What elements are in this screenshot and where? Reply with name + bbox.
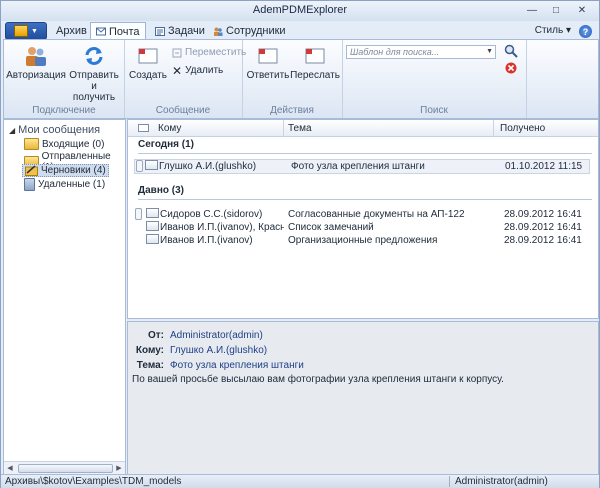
folder-icon [24, 138, 39, 150]
group-today[interactable]: Сегодня (1) [138, 139, 194, 150]
send-receive-button[interactable]: Отправить и получить [66, 45, 122, 103]
mail-icon [96, 27, 106, 36]
group-label: Поиск [420, 105, 448, 116]
title-bar: AdemPDMExplorer — □ ✕ [1, 1, 599, 21]
group-label: Действия [270, 105, 314, 116]
folder-inbox[interactable]: Входящие (0) [22, 138, 106, 150]
close-button[interactable]: ✕ [569, 3, 595, 18]
minimize-button[interactable]: — [521, 3, 543, 18]
from-value: Administrator(admin) [170, 330, 263, 341]
group-message: Создать Переместить ✕ Удалить Сообщение [124, 40, 246, 118]
flag-icon[interactable] [135, 208, 142, 220]
group-actions: Ответить Переслать Действия [242, 40, 343, 118]
tab-label: Почта [109, 25, 140, 38]
delete-icon: ✕ [172, 63, 183, 78]
scroll-left-icon[interactable]: ◀ [4, 462, 16, 474]
forward-icon [305, 48, 325, 64]
table-row[interactable]: Иванов И.П.(ivanov) Организационные пред… [134, 234, 588, 247]
style-menu[interactable]: Стиль ▾ [535, 25, 571, 36]
horizontal-scrollbar[interactable]: ◀ ▶ [4, 461, 125, 474]
help-icon[interactable]: ? [579, 25, 592, 38]
users-icon [214, 27, 223, 36]
forward-button[interactable]: Переслать [290, 45, 340, 81]
group-label: Сообщение [155, 105, 211, 116]
message-list: Кому Тема Получено Сегодня (1) Глушко А.… [127, 119, 599, 319]
collapse-icon[interactable]: ◢ [9, 126, 15, 135]
tab-label: Сотрудники [226, 25, 286, 37]
window-title: AdemPDMExplorer [252, 4, 348, 16]
message-preview: От: Administrator(admin) Кому: Глушко А.… [127, 321, 599, 475]
group-older[interactable]: Давно (3) [138, 185, 184, 196]
search-icon[interactable] [504, 44, 518, 58]
app-menu-button[interactable]: ▼ [5, 22, 47, 40]
message-body: По вашей просьбе высылаю вам фотографии … [132, 374, 504, 385]
tab-label: Задачи [168, 25, 205, 37]
flag-icon[interactable] [136, 160, 143, 172]
new-message-icon [138, 48, 158, 64]
from-label: От: [147, 330, 164, 341]
envelope-icon [138, 124, 149, 135]
drafts-folder-icon [25, 165, 38, 176]
maximize-button[interactable]: □ [545, 3, 567, 18]
authorize-button[interactable]: Авторизация [6, 45, 66, 81]
tab-archive[interactable]: Архив [51, 23, 92, 39]
group-search: Шаблон для поиска... ▼ Поиск [342, 40, 527, 118]
move-icon [172, 48, 182, 57]
window-controls: — □ ✕ [521, 3, 595, 18]
app-window: AdemPDMExplorer — □ ✕ ▼ Архив Почта Зада… [0, 0, 600, 488]
envelope-icon [146, 234, 159, 244]
scroll-thumb[interactable] [18, 464, 113, 473]
scroll-right-icon[interactable]: ▶ [113, 462, 125, 474]
tab-mail[interactable]: Почта [90, 22, 146, 40]
status-path: Архивы\$kotov\Examples\TDM_models [5, 476, 182, 487]
move-button[interactable]: Переместить [172, 47, 246, 58]
chevron-down-icon[interactable]: ▼ [486, 46, 493, 58]
column-to[interactable]: Кому [158, 123, 181, 134]
reply-button[interactable]: Ответить [247, 45, 289, 81]
envelope-icon [145, 160, 158, 170]
clear-search-icon[interactable] [505, 62, 517, 74]
users-icon [26, 47, 46, 66]
table-row[interactable]: Глушко А.И.(glushko) Фото узла крепления… [134, 159, 590, 174]
ribbon-tabs: ▼ Архив Почта Задачи Сотрудники Стиль ▾ … [1, 21, 599, 40]
trash-icon [24, 178, 35, 191]
tree-root[interactable]: ◢ Мои сообщения [9, 124, 100, 136]
envelope-icon [146, 208, 159, 218]
subject-value: Фото узла крепления штанги [170, 360, 304, 371]
column-subject[interactable]: Тема [288, 123, 312, 134]
to-value: Глушко А.И.(glushko) [170, 345, 268, 356]
group-label: Подключение [32, 105, 96, 116]
delete-button[interactable]: ✕ Удалить [172, 63, 223, 78]
status-bar: Архивы\$kotov\Examples\TDM_models Admini… [1, 474, 599, 488]
list-header: Кому Тема Получено [128, 120, 598, 137]
folder-tree: ◢ Мои сообщения Входящие (0) Отправленны… [3, 119, 126, 475]
table-row[interactable]: Иванов И.П.(ivanov), Красны... Список за… [134, 221, 588, 234]
status-user: Administrator(admin) [455, 476, 548, 487]
group-connection: Авторизация Отправить и получить Подключ… [4, 40, 125, 118]
app-cube-icon [14, 25, 29, 37]
ribbon: Авторизация Отправить и получить Подключ… [3, 39, 599, 119]
tab-label: Архив [56, 25, 87, 37]
tasks-icon [155, 26, 165, 36]
create-button[interactable]: Создать [129, 45, 167, 81]
chevron-down-icon: ▼ [31, 27, 38, 35]
tab-employees[interactable]: Сотрудники [208, 23, 291, 39]
search-input[interactable]: Шаблон для поиска... ▼ [346, 45, 496, 59]
envelope-icon [146, 221, 159, 231]
table-row[interactable]: Сидоров С.С.(sidorov) Согласованные доку… [134, 208, 588, 221]
reply-icon [258, 48, 278, 64]
refresh-icon [85, 47, 103, 65]
tab-tasks[interactable]: Задачи [150, 23, 210, 39]
subject-label: Тема: [136, 360, 164, 371]
folder-drafts[interactable]: Черновики (4) [22, 164, 109, 177]
folder-deleted[interactable]: Удаленные (1) [22, 178, 107, 191]
column-received[interactable]: Получено [500, 123, 545, 134]
to-label: Кому: [135, 345, 164, 356]
